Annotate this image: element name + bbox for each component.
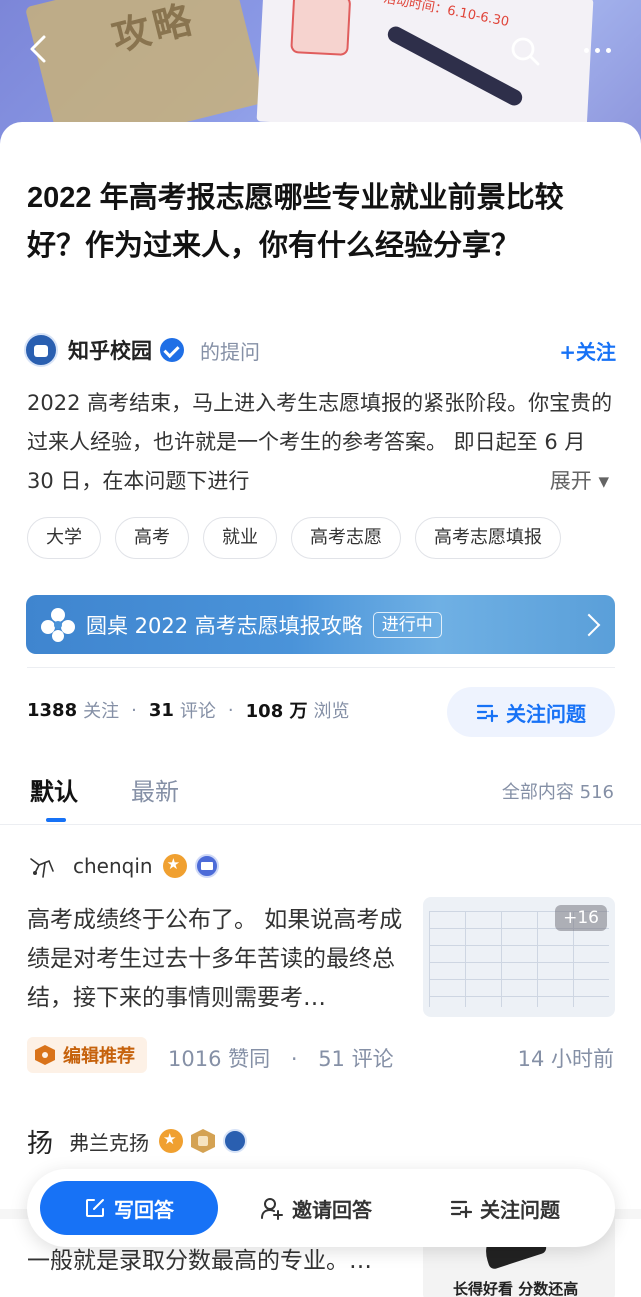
divider: [27, 667, 615, 668]
tab-default[interactable]: 默认: [30, 772, 78, 807]
total-content-count[interactable]: 全部内容 516: [502, 778, 614, 804]
follow-question-button[interactable]: 关注问题: [447, 687, 615, 737]
answer-excerpt: 一般就是录取分数最高的专业。…: [27, 1248, 372, 1274]
follow-question-label: 关注问题: [506, 701, 586, 726]
followers-count: 1388: [27, 699, 78, 721]
edit-icon: [86, 1199, 104, 1217]
divider: [0, 824, 641, 825]
more-dot-icon: [583, 47, 589, 53]
search-button[interactable]: [508, 34, 542, 68]
meta-separator: ·: [290, 1047, 298, 1071]
write-answer-label: 写回答: [114, 1197, 174, 1222]
answer-meta: 1016 赞同 · 51 评论: [168, 1043, 394, 1073]
hexagon-badge-icon: [191, 1129, 216, 1153]
asker-role: 的提问: [200, 339, 260, 364]
editor-pick-badge: 编辑推荐: [27, 1037, 147, 1073]
comments-label[interactable]: 评论: [180, 697, 216, 723]
followers-label: 关注: [83, 701, 120, 722]
roundtable-status-badge: 进行中: [372, 611, 442, 638]
banner-paper-illustration: 活动时间：6.10-6.30: [256, 0, 594, 139]
answer-comments: 51 评论: [318, 1047, 394, 1071]
image-caption: 长得好看 分数还高: [453, 1280, 579, 1297]
campus-badge-icon: [223, 1129, 248, 1153]
tab-newest[interactable]: 最新: [131, 772, 179, 807]
topic-tag[interactable]: 大学: [27, 517, 101, 559]
follow-question-label: 关注问题: [480, 1197, 560, 1222]
likes-count: 1016 赞同: [168, 1047, 271, 1071]
star-badge-icon: [162, 854, 187, 878]
answer-time: 14 小时前: [517, 1047, 614, 1071]
stats-separator: ·: [227, 699, 234, 721]
question-title: 2022 年高考报志愿哪些专业就业前景比较好？作为过来人，你有什么经验分享？: [27, 182, 564, 262]
chevron-left-icon: [30, 35, 46, 63]
question-stats: 1388 关注 · 31 评论 · 108 万 浏览: [27, 697, 349, 723]
add-user-icon: [261, 1198, 283, 1220]
topic-tag[interactable]: 就业: [203, 517, 277, 559]
topic-tag[interactable]: 高考志愿填报: [415, 517, 561, 559]
roundtable-banner[interactable]: 圆桌 2022 高考志愿填报攻略 进行中: [26, 595, 615, 654]
asker-row: 知乎校园 的提问 +关注: [24, 330, 616, 370]
author-avatar[interactable]: 扬: [27, 1123, 53, 1160]
editor-pick-icon: [35, 1045, 55, 1065]
answer-author-row: 扬 弗兰克扬: [27, 1123, 248, 1160]
asker-name[interactable]: 知乎校园: [68, 335, 152, 365]
banner-portrait: [290, 0, 352, 56]
banner-stamp-text: 活动时间：6.10-6.30: [382, 0, 511, 31]
editor-pick-label: 编辑推荐: [63, 1046, 135, 1067]
write-answer-button[interactable]: 写回答: [40, 1181, 218, 1235]
views-count: 108 万: [245, 701, 308, 722]
back-button[interactable]: [22, 32, 56, 66]
banner-book-text: 攻略: [107, 0, 200, 60]
answer-excerpt: 高考成绩终于公布了。 如果说高考成绩是对考生过去十多年苦读的最终总结，接下来的事…: [27, 907, 403, 1011]
invite-answer-button[interactable]: 邀请回答: [260, 1194, 372, 1223]
follow-asker-button[interactable]: +关注: [559, 336, 616, 365]
author-name[interactable]: 弗兰克扬: [69, 1127, 149, 1156]
more-dot-icon: [605, 47, 611, 53]
bottom-action-bar: 写回答 邀请回答 关注问题: [27, 1169, 615, 1247]
search-icon: [511, 37, 540, 66]
asker-avatar[interactable]: [24, 333, 58, 367]
invite-answer-label: 邀请回答: [292, 1197, 372, 1222]
follow-question-button[interactable]: 关注问题: [450, 1194, 560, 1223]
pinwheel-icon: [41, 607, 75, 642]
follow-list-icon: [476, 704, 498, 723]
image-count-badge: +16: [555, 905, 607, 931]
more-dot-icon: [594, 47, 600, 53]
follow-list-icon: [450, 1200, 472, 1219]
roundtable-title: 圆桌 2022 高考志愿填报攻略: [86, 613, 363, 638]
verified-badge-icon: [160, 338, 184, 362]
question-description[interactable]: 2022 高考结束，马上进入考生志愿填报的紧张阶段。你宝贵的过来人经验，也许就是…: [27, 384, 615, 501]
stats-separator: ·: [131, 699, 137, 721]
star-badge-icon: [159, 1129, 184, 1153]
views-label: 浏览: [313, 701, 350, 722]
answer-item[interactable]: chenqin 高考成绩终于公布了。 如果说高考成绩是对考生过去十多年苦读的最终…: [0, 837, 641, 1087]
author-name[interactable]: chenqin: [73, 854, 153, 878]
topic-tags: 大学 高考 就业 高考志愿 高考志愿填报: [27, 517, 561, 559]
creator-badge-icon: [194, 854, 219, 878]
author-avatar[interactable]: [27, 851, 57, 881]
answer-tabs: 默认 最新 全部内容 516: [0, 772, 641, 827]
comments-count: 31: [148, 699, 174, 721]
topic-tag[interactable]: 高考志愿: [291, 517, 401, 559]
answer-thumbnail[interactable]: +16: [423, 897, 615, 1017]
answer-author-row: chenqin: [27, 849, 219, 883]
expand-button[interactable]: 展开 ▾: [509, 462, 609, 501]
chevron-right-icon: [577, 613, 601, 636]
tab-indicator: [46, 818, 66, 822]
more-button[interactable]: [574, 40, 620, 60]
topic-tag[interactable]: 高考: [115, 517, 189, 559]
